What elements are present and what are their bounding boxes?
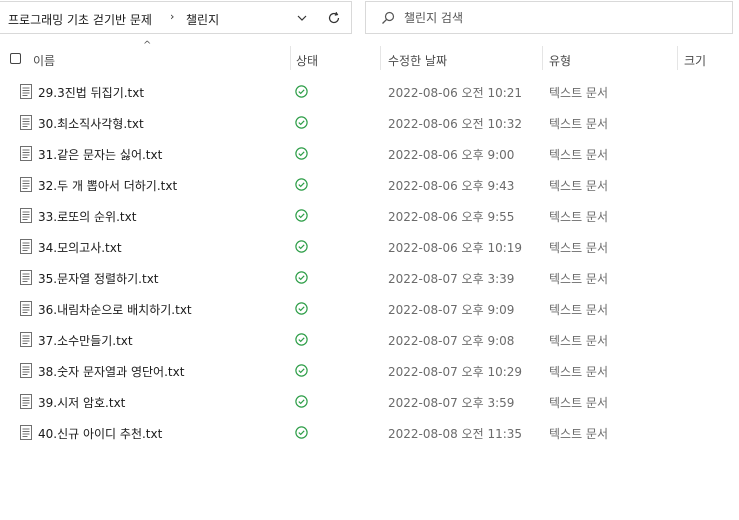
- file-name: 34.모의고사.txt: [38, 241, 122, 255]
- sync-ok-icon: [295, 426, 308, 439]
- column-divider[interactable]: [677, 46, 678, 70]
- file-row[interactable]: 38.숫자 문자열과 영단어.txt 2022-08-07 오후 10:29 텍…: [0, 355, 739, 386]
- column-divider[interactable]: [542, 46, 543, 70]
- text-file-icon: [20, 425, 32, 440]
- file-type: 텍스트 문서: [549, 241, 609, 255]
- file-modified: 2022-08-06 오후 9:00: [388, 148, 515, 162]
- sync-ok-icon: [295, 364, 308, 377]
- file-modified: 2022-08-07 오후 10:29: [388, 365, 523, 379]
- column-divider[interactable]: [380, 46, 381, 70]
- column-divider[interactable]: [290, 46, 291, 70]
- file-type: 텍스트 문서: [549, 334, 609, 348]
- text-file-icon: [20, 239, 32, 254]
- file-name: 40.신규 아이디 추천.txt: [38, 427, 163, 441]
- text-file-icon: [20, 301, 32, 316]
- search-box[interactable]: [365, 1, 733, 34]
- file-modified: 2022-08-07 오후 9:09: [388, 303, 515, 317]
- file-type: 텍스트 문서: [549, 272, 609, 286]
- file-row[interactable]: 33.로또의 순위.txt 2022-08-06 오후 9:55 텍스트 문서: [0, 200, 739, 231]
- file-name: 39.시저 암호.txt: [38, 396, 126, 410]
- file-name: 32.두 개 뽑아서 더하기.txt: [38, 179, 178, 193]
- breadcrumb-separator-icon: ›: [170, 10, 175, 23]
- sync-ok-icon: [295, 271, 308, 284]
- file-type: 텍스트 문서: [549, 148, 609, 162]
- refresh-icon[interactable]: [324, 8, 344, 28]
- breadcrumb-current[interactable]: 챌린지: [186, 11, 219, 28]
- file-row[interactable]: 39.시저 암호.txt 2022-08-07 오후 3:59 텍스트 문서: [0, 386, 739, 417]
- column-header-row: [0, 44, 739, 74]
- column-header-name[interactable]: 이름: [33, 52, 55, 69]
- file-type: 텍스트 문서: [549, 117, 609, 131]
- file-row[interactable]: 32.두 개 뽑아서 더하기.txt 2022-08-06 오후 9:43 텍스…: [0, 169, 739, 200]
- column-header-type[interactable]: 유형: [549, 52, 571, 69]
- file-name: 37.소수만들기.txt: [38, 334, 133, 348]
- file-modified: 2022-08-06 오후 10:19: [388, 241, 523, 255]
- address-bar[interactable]: 프로그래밍 기초 걷기반 문제 › 챌린지: [0, 1, 352, 34]
- file-name: 38.숫자 문자열과 영단어.txt: [38, 365, 185, 379]
- file-modified: 2022-08-06 오전 10:21: [388, 86, 523, 100]
- text-file-icon: [20, 115, 32, 130]
- column-header-modified[interactable]: 수정한 날짜: [388, 52, 447, 69]
- file-name: 36.내림차순으로 배치하기.txt: [38, 303, 192, 317]
- file-name: 29.3진법 뒤집기.txt: [38, 86, 145, 100]
- file-name: 33.로또의 순위.txt: [38, 210, 137, 224]
- file-type: 텍스트 문서: [549, 86, 609, 100]
- sync-ok-icon: [295, 240, 308, 253]
- file-modified: 2022-08-08 오전 11:35: [388, 427, 523, 441]
- text-file-icon: [20, 394, 32, 409]
- file-type: 텍스트 문서: [549, 365, 609, 379]
- text-file-icon: [20, 84, 32, 99]
- column-header-size[interactable]: 크기: [684, 52, 706, 69]
- text-file-icon: [20, 332, 32, 347]
- text-file-icon: [20, 208, 32, 223]
- file-type: 텍스트 문서: [549, 179, 609, 193]
- sync-ok-icon: [295, 147, 308, 160]
- sync-ok-icon: [295, 85, 308, 98]
- file-name: 35.문자열 정렬하기.txt: [38, 272, 159, 286]
- text-file-icon: [20, 270, 32, 285]
- sync-ok-icon: [295, 395, 308, 408]
- file-row[interactable]: 37.소수만들기.txt 2022-08-07 오후 9:08 텍스트 문서: [0, 324, 739, 355]
- file-modified: 2022-08-07 오후 9:08: [388, 334, 515, 348]
- file-row[interactable]: 34.모의고사.txt 2022-08-06 오후 10:19 텍스트 문서: [0, 231, 739, 262]
- file-modified: 2022-08-07 오후 3:39: [388, 272, 515, 286]
- file-row[interactable]: 31.같은 문자는 싫어.txt 2022-08-06 오후 9:00 텍스트 …: [0, 138, 739, 169]
- file-name: 30.최소직사각형.txt: [38, 117, 144, 131]
- text-file-icon: [20, 146, 32, 161]
- column-header-status[interactable]: 상태: [296, 52, 318, 69]
- sync-ok-icon: [295, 178, 308, 191]
- file-type: 텍스트 문서: [549, 396, 609, 410]
- top-bar: 프로그래밍 기초 걷기반 문제 › 챌린지: [0, 0, 739, 38]
- chevron-down-icon[interactable]: [292, 8, 312, 28]
- search-icon: [380, 10, 396, 26]
- search-input[interactable]: [404, 8, 704, 28]
- text-file-icon: [20, 177, 32, 192]
- file-type: 텍스트 문서: [549, 427, 609, 441]
- select-all-checkbox[interactable]: [10, 53, 21, 64]
- text-file-icon: [20, 363, 32, 378]
- file-modified: 2022-08-06 오전 10:32: [388, 117, 523, 131]
- sort-ascending-icon: ^: [143, 40, 152, 51]
- file-row[interactable]: 35.문자열 정렬하기.txt 2022-08-07 오후 3:39 텍스트 문…: [0, 262, 739, 293]
- file-row[interactable]: 29.3진법 뒤집기.txt 2022-08-06 오전 10:21 텍스트 문…: [0, 76, 739, 107]
- file-row[interactable]: 30.최소직사각형.txt 2022-08-06 오전 10:32 텍스트 문서: [0, 107, 739, 138]
- file-modified: 2022-08-07 오후 3:59: [388, 396, 515, 410]
- file-name: 31.같은 문자는 싫어.txt: [38, 148, 163, 162]
- breadcrumb-parent[interactable]: 프로그래밍 기초 걷기반 문제: [8, 11, 152, 28]
- file-modified: 2022-08-06 오후 9:43: [388, 179, 515, 193]
- sync-ok-icon: [295, 209, 308, 222]
- file-type: 텍스트 문서: [549, 303, 609, 317]
- sync-ok-icon: [295, 116, 308, 129]
- sync-ok-icon: [295, 302, 308, 315]
- file-row[interactable]: 36.내림차순으로 배치하기.txt 2022-08-07 오후 9:09 텍스…: [0, 293, 739, 324]
- file-modified: 2022-08-06 오후 9:55: [388, 210, 515, 224]
- sync-ok-icon: [295, 333, 308, 346]
- file-type: 텍스트 문서: [549, 210, 609, 224]
- file-row[interactable]: 40.신규 아이디 추천.txt 2022-08-08 오전 11:35 텍스트…: [0, 417, 739, 448]
